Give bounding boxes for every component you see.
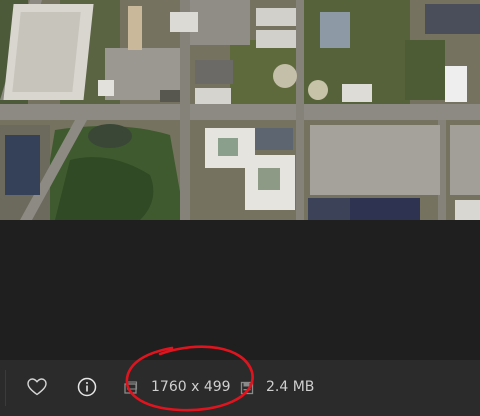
image-viewer-background <box>0 220 480 360</box>
divider <box>5 370 6 406</box>
image-dimensions-icon <box>124 380 138 394</box>
aerial-map-image <box>0 0 480 220</box>
file-size: 2.4 MB <box>266 379 315 395</box>
favorite-button[interactable] <box>26 376 48 398</box>
image-dimensions: 1760 x 499 <box>151 379 231 395</box>
aerial-photo <box>0 0 480 220</box>
file-size-icon <box>240 380 254 395</box>
info-icon <box>77 377 97 397</box>
info-button[interactable] <box>76 376 98 398</box>
heart-icon <box>27 378 47 396</box>
